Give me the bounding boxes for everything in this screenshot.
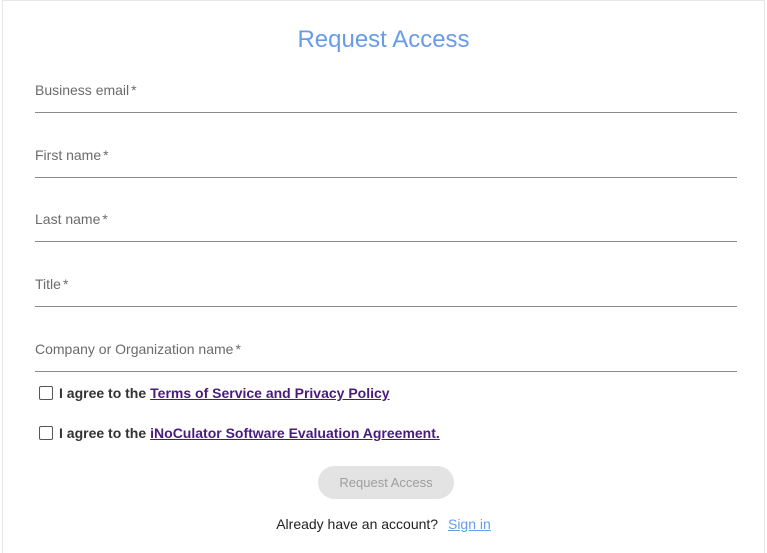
first-name-field[interactable]: First name * [35,147,737,178]
business-email-input[interactable] [35,82,737,112]
title-field[interactable]: Title * [35,276,737,307]
signin-row: Already have an account? Sign in [0,516,767,532]
request-access-button[interactable]: Request Access [318,466,454,499]
page-title: Request Access [297,26,470,53]
terms-link[interactable]: Terms of Service and Privacy Policy [150,385,389,401]
title-input[interactable] [35,276,737,306]
evaluation-agreement-row: I agree to the iNoCulator Software Evalu… [39,424,440,442]
company-name-input[interactable] [35,341,737,371]
last-name-field[interactable]: Last name * [35,211,737,242]
terms-checkbox[interactable] [39,386,53,400]
company-name-field[interactable]: Company or Organization name * [35,341,737,372]
last-name-input[interactable] [35,211,737,241]
business-email-field[interactable]: Business email * [35,82,737,113]
evaluation-agreement-link[interactable]: iNoCulator Software Evaluation Agreement… [150,425,440,441]
evaluation-checkbox[interactable] [39,426,53,440]
terms-agreement-row: I agree to the Terms of Service and Priv… [39,384,390,402]
first-name-input[interactable] [35,147,737,177]
terms-prefix: I agree to the [59,385,147,401]
signin-link[interactable]: Sign in [448,516,491,532]
evaluation-prefix: I agree to the [59,425,147,441]
signin-prompt: Already have an account? [276,516,439,532]
